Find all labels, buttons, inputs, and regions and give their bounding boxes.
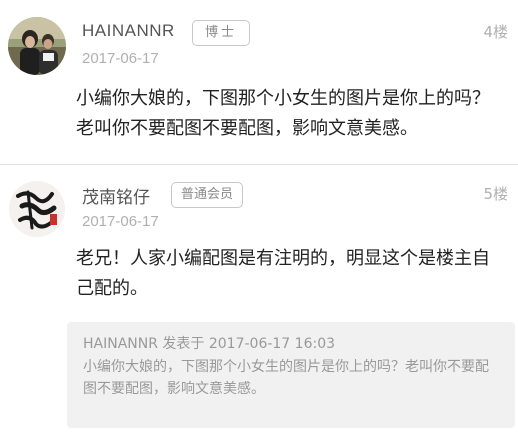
username[interactable]: 茂南铭仔 (82, 183, 150, 208)
avatar-photo-icon (8, 17, 66, 75)
comment-post: 茂南铭仔 普通会员 2017-06-17 5楼 老兄！人家小编配图是有注明的，明… (0, 165, 518, 439)
post-content: 老兄！人家小编配图是有注明的，明显这个是楼主自己配的。 (76, 248, 490, 299)
post-date: 2017-06-17 (82, 50, 159, 67)
rank-badge: 普通会员 (171, 182, 244, 208)
rank-badge: 博士 (192, 20, 251, 46)
comment-post: HAINANNR 博士 2017-06-17 4楼 小编你大娘的，下图那个小女生… (0, 0, 518, 164)
post-date: 2017-06-17 (82, 213, 159, 230)
avatar[interactable] (8, 17, 66, 75)
floor-number: 4楼 (483, 23, 508, 41)
post-content: 小编你大娘的，下图那个小女生的图片是你上的吗？老叫你不要配图不要配图，影响文意美… (76, 88, 490, 139)
floor-number: 5楼 (483, 185, 508, 203)
avatar[interactable] (8, 180, 66, 238)
avatar-calligraphy-icon (8, 180, 66, 238)
quote-header: HAINANNR 发表于 2017-06-17 16:03 (83, 336, 336, 352)
quote-text: 小编你大娘的，下图那个小女生的图片是你上的吗？老叫你不要配图不要配图，影响文意美… (83, 359, 489, 397)
username[interactable]: HAINANNR (82, 21, 175, 41)
quoted-reply: HAINANNR 发表于 2017-06-17 16:03 小编你大娘的，下图那… (67, 322, 515, 428)
